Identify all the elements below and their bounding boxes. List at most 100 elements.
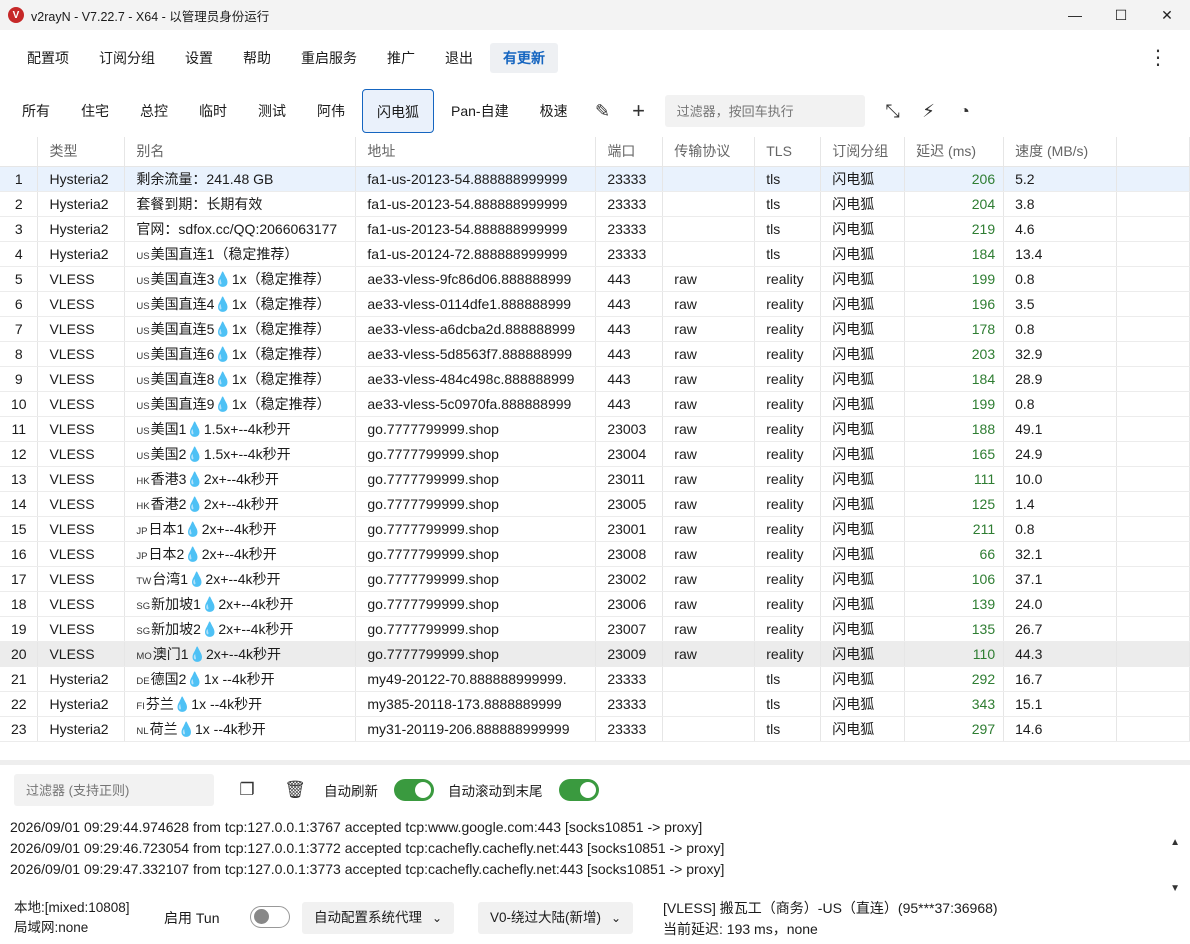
table-row[interactable]: 18 VLESS SG新加坡1💧2x+--4k秒开 go.7777799999.sho… xyxy=(0,591,1190,617)
table-row[interactable]: 13 VLESS HK香港3💧2x+--4k秒开 go.7777799999.shop… xyxy=(0,466,1190,492)
row-port: 443 xyxy=(595,266,664,292)
splitter[interactable] xyxy=(0,760,1190,765)
row-delay: 203 xyxy=(904,341,1005,367)
col-sub-group[interactable]: 订阅分组 xyxy=(820,137,906,167)
server-filter-input[interactable] xyxy=(664,95,865,127)
row-type: Hysteria2 xyxy=(37,191,126,217)
table-row[interactable]: 1 Hysteria2 剩余流量：241.48 GB fa1-us-20123-54.… xyxy=(0,166,1190,192)
routing-dropdown[interactable]: V0-绕过大陆(新增) ⌄ xyxy=(478,902,634,934)
row-index-text: 17 xyxy=(10,570,27,587)
table-row[interactable]: 4 Hysteria2 US美国直连1（稳定推荐） fa1-us-20124-72.8… xyxy=(0,241,1190,267)
table-row[interactable]: 17 VLESS TW台湾1💧2x+--4k秒开 go.7777799999.shop… xyxy=(0,566,1190,592)
col-address[interactable]: 地址 xyxy=(355,137,597,167)
row-type-text: VLESS xyxy=(49,420,95,437)
expand-arrows-icon[interactable]: ⤡ xyxy=(875,93,911,129)
maximize-button[interactable]: ☐ xyxy=(1098,0,1144,30)
table-row[interactable]: 19 VLESS SG新加坡2💧2x+--4k秒开 go.7777799999.sho… xyxy=(0,616,1190,642)
row-type-text: Hysteria2 xyxy=(49,720,109,737)
col-delay[interactable]: 延迟 (ms) xyxy=(904,137,1005,167)
tab-fast[interactable]: 极速 xyxy=(526,89,582,133)
row-address: go.7777799999.shop xyxy=(355,641,597,667)
table-row[interactable]: 9 VLESS US美国直连8💧1x（稳定推荐） ae33-vless-484c498… xyxy=(0,366,1190,392)
row-alias-text: 剩余流量：241.48 GB xyxy=(136,170,274,187)
copy-icon[interactable]: ❐ xyxy=(232,780,262,800)
edit-pencil-icon[interactable]: ✎ xyxy=(585,93,621,129)
tab-test[interactable]: 测试 xyxy=(244,89,300,133)
table-row[interactable]: 12 VLESS US美国2💧1.5x+--4k秒开 go.7777799999.sh… xyxy=(0,441,1190,467)
row-port: 23002 xyxy=(595,566,664,592)
row-speed: 24.0 xyxy=(1003,591,1118,617)
col-filler xyxy=(1116,137,1190,167)
speedometer-icon[interactable]: ◔ xyxy=(947,93,983,129)
menu-restart-service[interactable]: 重启服务 xyxy=(288,43,370,73)
row-speed-text: 32.9 xyxy=(1015,345,1043,362)
country-code: DE xyxy=(136,675,150,687)
menu-exit[interactable]: 退出 xyxy=(432,43,486,73)
row-address-text: go.7777799999.shop xyxy=(367,520,499,537)
row-index: 16 xyxy=(0,541,39,567)
table-row[interactable]: 2 Hysteria2 套餐到期：长期有效 fa1-us-20123-54.88888… xyxy=(0,191,1190,217)
tab-temporary[interactable]: 临时 xyxy=(185,89,241,133)
table-row[interactable]: 5 VLESS US美国直连3💧1x（稳定推荐） ae33-vless-9fc86d0… xyxy=(0,266,1190,292)
tun-toggle[interactable] xyxy=(250,906,290,928)
table-row[interactable]: 23 Hysteria2 NL荷兰💧1x --4k秒开 my31-20119-206.… xyxy=(0,716,1190,742)
col-alias[interactable]: 别名 xyxy=(124,137,357,167)
row-type: Hysteria2 xyxy=(37,691,126,717)
row-port: 23333 xyxy=(595,216,664,242)
add-plus-icon[interactable]: + xyxy=(621,93,657,129)
table-row[interactable]: 16 VLESS JP日本2💧2x+--4k秒开 go.7777799999.shop… xyxy=(0,541,1190,567)
table-row[interactable]: 22 Hysteria2 FI芬兰💧1x --4k秒开 my385-20118-173… xyxy=(0,691,1190,717)
row-speed: 5.2 xyxy=(1003,166,1118,192)
lightning-icon[interactable]: ⚡ xyxy=(911,93,947,129)
row-address-text: fa1-us-20123-54.888888999999 xyxy=(367,195,568,212)
table-row[interactable]: 6 VLESS US美国直连4💧1x（稳定推荐） ae33-vless-0114dfe… xyxy=(0,291,1190,317)
row-delay-text: 196 xyxy=(971,295,996,312)
more-options-icon[interactable]: ⋮ xyxy=(1148,48,1168,68)
log-filter-input[interactable] xyxy=(14,774,214,806)
row-speed: 4.6 xyxy=(1003,216,1118,242)
menu-update[interactable]: 有更新 xyxy=(490,43,558,73)
trash-icon[interactable]: 🗑 xyxy=(280,780,310,800)
table-row[interactable]: 10 VLESS US美国直连9💧1x（稳定推荐） ae33-vless-5c0970… xyxy=(0,391,1190,417)
tab-shandianhu[interactable]: 闪电狐 xyxy=(362,89,434,133)
row-index-text: 15 xyxy=(10,520,27,537)
col-port[interactable]: 端口 xyxy=(595,137,664,167)
col-index[interactable] xyxy=(0,137,39,167)
country-code: JP xyxy=(136,550,148,562)
tab-pan-selfbuilt[interactable]: Pan-自建 xyxy=(437,89,523,133)
table-row[interactable]: 8 VLESS US美国直连6💧1x（稳定推荐） ae33-vless-5d8563f… xyxy=(0,341,1190,367)
menu-help[interactable]: 帮助 xyxy=(230,43,284,73)
tab-residential[interactable]: 住宅 xyxy=(67,89,123,133)
col-type[interactable]: 类型 xyxy=(37,137,126,167)
table-row[interactable]: 11 VLESS US美国1💧1.5x+--4k秒开 go.7777799999.sh… xyxy=(0,416,1190,442)
row-tls-text: reality xyxy=(766,520,804,537)
tab-awei[interactable]: 阿伟 xyxy=(303,89,359,133)
row-group-text: 闪电狐 xyxy=(832,545,875,562)
scroll-up-icon[interactable]: ▲ xyxy=(1170,820,1180,866)
close-button[interactable]: ✕ xyxy=(1144,0,1190,30)
auto-scroll-toggle[interactable] xyxy=(558,779,599,801)
system-proxy-dropdown[interactable]: 自动配置系统代理 ⌄ xyxy=(302,902,455,934)
table-row[interactable]: 21 Hysteria2 DE德国2💧1x --4k秒开 my49-20122-70.… xyxy=(0,666,1190,692)
menu-settings[interactable]: 设置 xyxy=(172,43,226,73)
row-address: my385-20118-173.8888889999 xyxy=(355,691,597,717)
minimize-button[interactable]: — xyxy=(1052,0,1098,30)
table-row[interactable]: 7 VLESS US美国直连5💧1x（稳定推荐） ae33-vless-a6dcba2… xyxy=(0,316,1190,342)
row-filler xyxy=(1116,341,1190,367)
menu-sub-groups[interactable]: 订阅分组 xyxy=(86,43,168,73)
col-tls[interactable]: TLS xyxy=(754,137,822,167)
table-row[interactable]: 14 VLESS HK香港2💧2x+--4k秒开 go.7777799999.shop… xyxy=(0,491,1190,517)
table-row[interactable]: 20 VLESS MO澳门1💧2x+--4k秒开 go.7777799999.shop… xyxy=(0,641,1190,667)
menu-profiles[interactable]: 配置项 xyxy=(14,43,82,73)
menu-promotion[interactable]: 推广 xyxy=(374,43,428,73)
table-row[interactable]: 3 Hysteria2 官网：sdfox.cc/QQ:2066063177 fa1-u… xyxy=(0,216,1190,242)
table-row[interactable]: 15 VLESS JP日本1💧2x+--4k秒开 go.7777799999.shop… xyxy=(0,516,1190,542)
col-transport[interactable]: 传输协议 xyxy=(662,137,756,167)
row-index: 12 xyxy=(0,441,39,467)
auto-refresh-toggle[interactable] xyxy=(394,779,434,801)
row-index: 19 xyxy=(0,616,39,642)
col-speed[interactable]: 速度 (MB/s) xyxy=(1003,137,1118,167)
tab-master[interactable]: 总控 xyxy=(126,89,182,133)
tab-all[interactable]: 所有 xyxy=(8,89,64,133)
row-transport: raw xyxy=(662,416,756,442)
